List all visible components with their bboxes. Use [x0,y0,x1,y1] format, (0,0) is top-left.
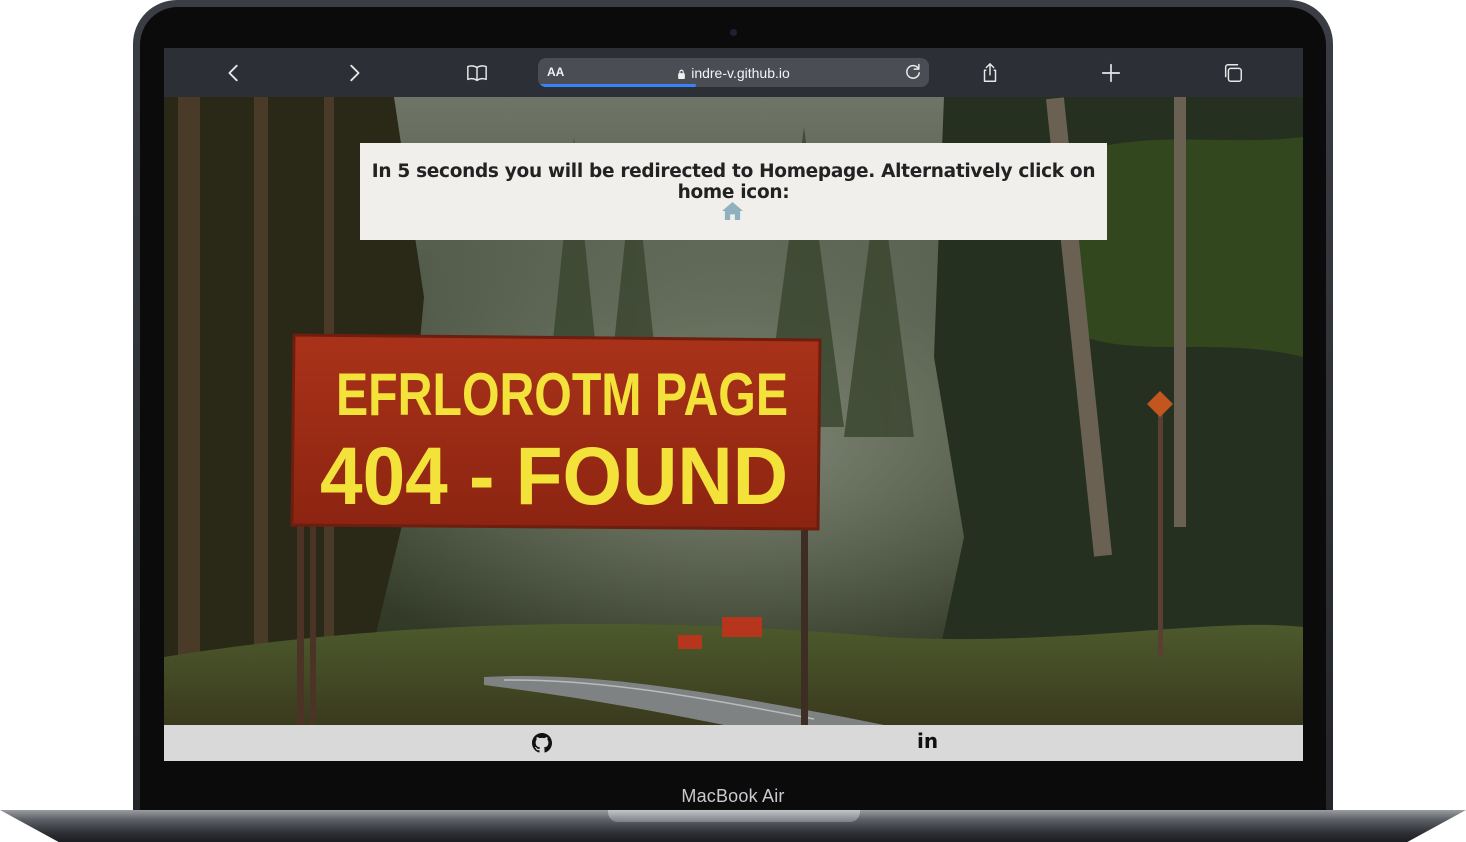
page-footer: in [164,725,1303,761]
sign-line1: EFRLOROTM PAGE [336,361,788,428]
github-icon[interactable] [532,733,552,753]
forward-button[interactable] [341,60,367,86]
page-viewport: EFRLOROTM PAGE 404 - FOUND In 5 seconds … [164,97,1303,761]
screen: AA indre-v.github.io EFRLOROTM PAGE 404 … [164,48,1303,761]
chevron-right-icon [350,64,360,82]
camera-dot [730,29,737,36]
new-tab-icon [1101,63,1121,83]
browser-toolbar: AA indre-v.github.io [164,48,1303,97]
load-progress-bar [540,84,697,87]
laptop-opening-notch [608,810,860,822]
tabs-icon [1224,64,1242,82]
home-icon[interactable] [721,201,744,221]
sign-line2: 404 - FOUND [320,431,788,522]
reload-icon[interactable] [903,62,923,82]
device-label: MacBook Air [681,786,785,806]
share-icon [983,63,997,82]
tabs-button[interactable] [1220,60,1246,86]
redirect-notice: In 5 seconds you will be redirected to H… [360,143,1107,240]
share-button[interactable] [977,60,1003,86]
redirect-message: In 5 seconds you will be redirected to H… [371,161,1096,203]
url-text: indre-v.github.io [691,65,790,81]
chevron-left-icon [228,64,238,82]
lock-icon [678,69,686,79]
address-bar[interactable]: AA indre-v.github.io [538,58,929,87]
bookmarks-button[interactable] [464,60,490,86]
linkedin-icon[interactable]: in [917,729,938,753]
url-display[interactable]: indre-v.github.io [538,65,929,81]
back-button[interactable] [221,60,247,86]
macbook-mockup: AA indre-v.github.io EFRLOROTM PAGE 404 … [0,0,1466,842]
new-tab-button[interactable] [1098,60,1124,86]
bookmarks-icon [467,65,487,82]
